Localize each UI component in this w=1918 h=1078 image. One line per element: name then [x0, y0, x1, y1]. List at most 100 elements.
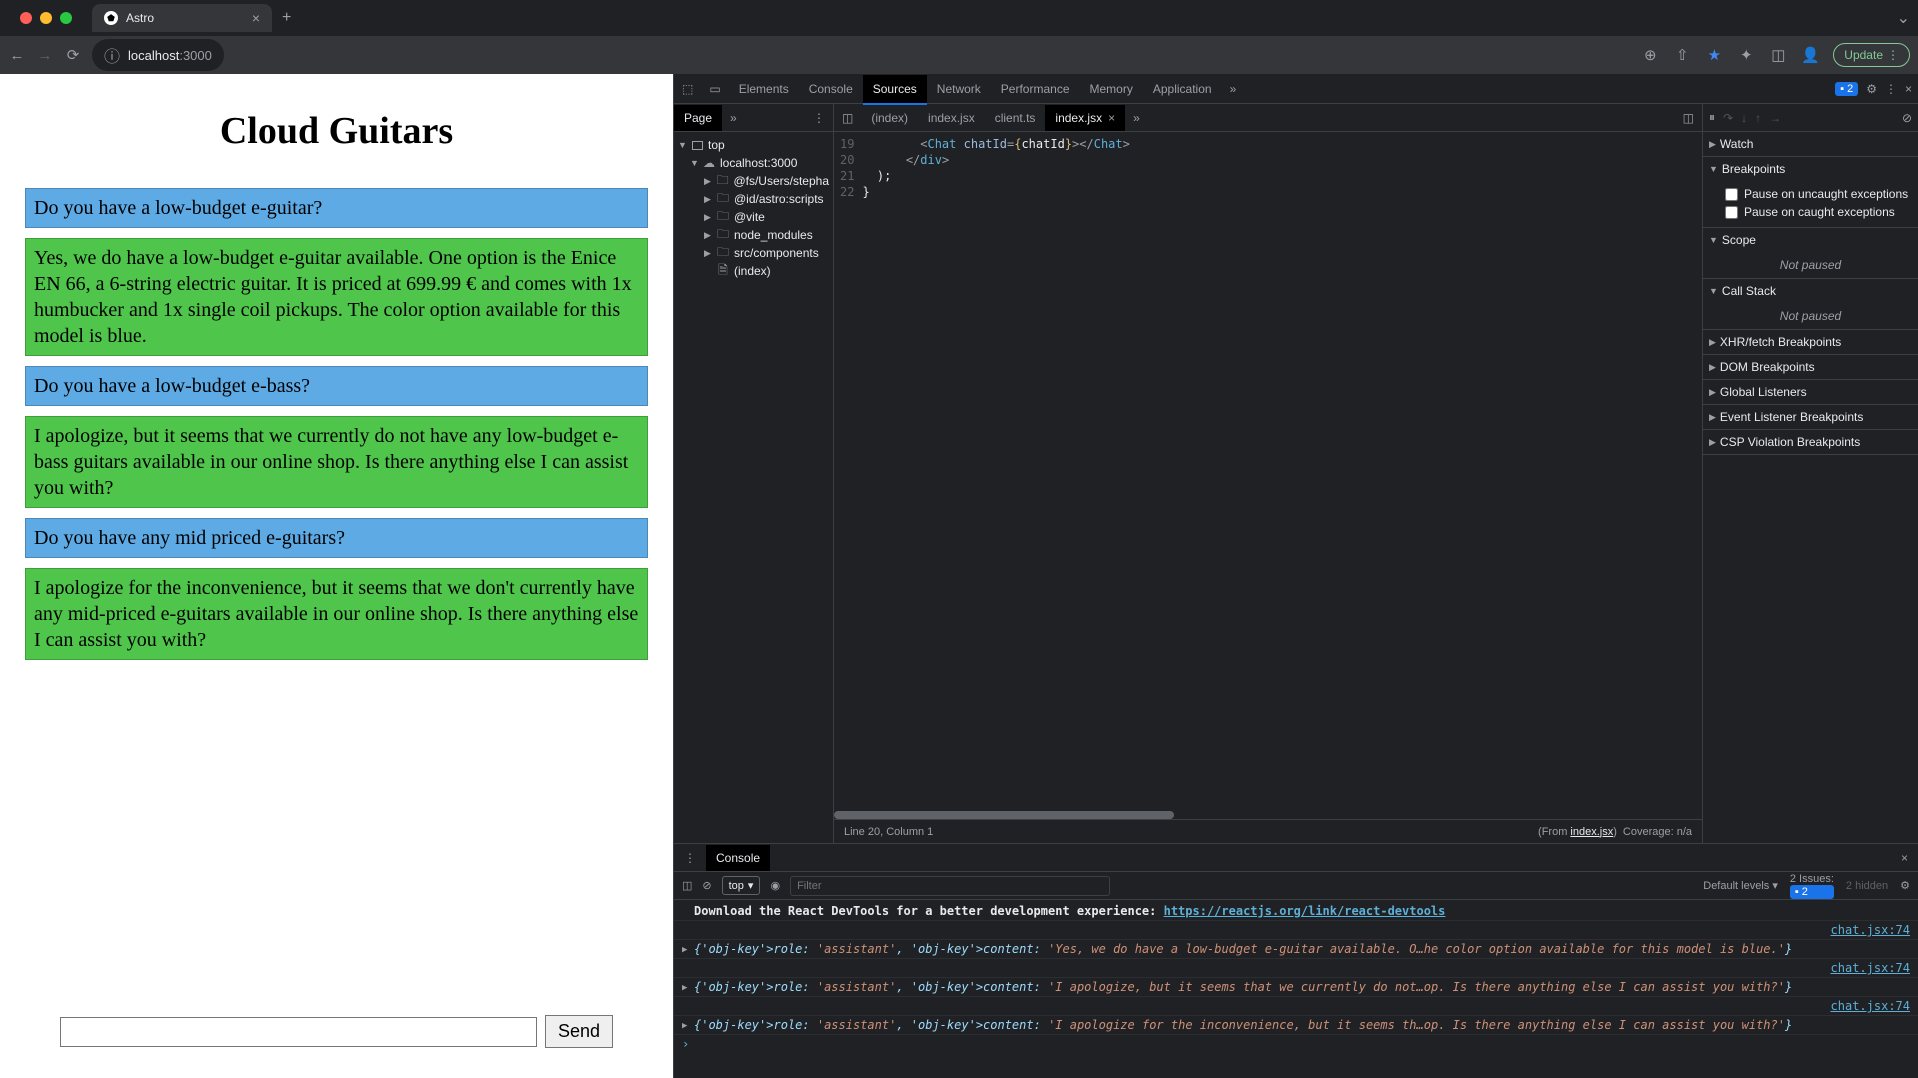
- reload-button[interactable]: ⟳: [64, 46, 82, 64]
- console-settings-icon[interactable]: ⚙: [1900, 879, 1910, 892]
- devtools-tab-sources[interactable]: Sources: [863, 75, 927, 105]
- toggle-debugger-icon[interactable]: ◫: [1675, 111, 1702, 125]
- maximize-window-button[interactable]: [60, 12, 72, 24]
- devtools-tab-performance[interactable]: Performance: [991, 75, 1080, 103]
- tree-origin[interactable]: ▼☁localhost:3000: [674, 154, 833, 172]
- console-filter-input[interactable]: [790, 876, 1110, 896]
- step-into-button[interactable]: ↓: [1741, 111, 1747, 125]
- zoom-icon[interactable]: ⊕: [1641, 46, 1659, 64]
- tree-folder[interactable]: ▶🗀@fs/Users/stepha: [674, 172, 833, 190]
- issues-link[interactable]: 2 Issues: ▪ 2: [1790, 873, 1834, 899]
- close-tab-button[interactable]: ×: [252, 10, 260, 26]
- devtools-tab-elements[interactable]: Elements: [729, 75, 799, 103]
- sources-navigator: Page » ⋮ ▼top ▼☁localhost:3000 ▶🗀@fs/Use…: [674, 104, 834, 843]
- inspect-element-icon[interactable]: ⬚: [674, 82, 701, 96]
- devtools-tab-console[interactable]: Console: [799, 75, 863, 103]
- console-context-selector[interactable]: top▾: [722, 876, 761, 895]
- site-info-icon[interactable]: ⓘ: [104, 43, 120, 67]
- pause-button[interactable]: ⏸: [1709, 110, 1715, 125]
- callstack-section[interactable]: ▼Call Stack: [1703, 279, 1918, 303]
- console-log-row[interactable]: ▶{'obj-key'>role: 'assistant', 'obj-key'…: [674, 940, 1918, 959]
- sources-editor: ◫ (index)index.jsxclient.tsindex.jsx× » …: [834, 104, 1703, 843]
- react-devtools-link[interactable]: https://reactjs.org/link/react-devtools: [1164, 904, 1446, 918]
- more-menu-icon[interactable]: ⋮: [1885, 82, 1897, 96]
- close-file-tab-icon[interactable]: ×: [1108, 111, 1115, 125]
- sidepanel-icon[interactable]: ◫: [1769, 46, 1787, 64]
- deactivate-breakpoints-button[interactable]: ⊘: [1902, 111, 1912, 125]
- tree-folder[interactable]: ▶🗀@id/astro:scripts: [674, 190, 833, 208]
- browser-tab[interactable]: ⬟ Astro ×: [92, 4, 272, 32]
- navigator-menu-icon[interactable]: ⋮: [805, 111, 833, 125]
- chevron-down-icon[interactable]: ⌄: [1897, 8, 1910, 28]
- log-levels-selector[interactable]: Default levels ▾: [1703, 879, 1778, 892]
- profile-icon[interactable]: 👤: [1801, 46, 1819, 64]
- extensions-icon[interactable]: ✦: [1737, 46, 1755, 64]
- step-over-button[interactable]: ↷: [1723, 111, 1733, 125]
- console-log-row[interactable]: ▶{'obj-key'>role: 'assistant', 'obj-key'…: [674, 978, 1918, 997]
- step-button[interactable]: →: [1769, 111, 1781, 125]
- device-toolbar-icon[interactable]: ▭: [701, 82, 728, 96]
- devtools-tab-application[interactable]: Application: [1143, 75, 1222, 103]
- send-button[interactable]: Send: [545, 1015, 613, 1048]
- chat-input[interactable]: [60, 1017, 537, 1047]
- toggle-navigator-icon[interactable]: ◫: [834, 111, 861, 125]
- tree-folder[interactable]: ▶🗀src/components: [674, 244, 833, 262]
- file-tab[interactable]: index.jsx×: [1045, 105, 1125, 131]
- file-tab[interactable]: client.ts: [985, 105, 1046, 131]
- tree-top[interactable]: ▼top: [674, 136, 833, 154]
- new-tab-button[interactable]: +: [282, 9, 291, 27]
- dom-breakpoints-section[interactable]: ▶DOM Breakpoints: [1703, 355, 1918, 379]
- sources-panel: Page » ⋮ ▼top ▼☁localhost:3000 ▶🗀@fs/Use…: [674, 104, 1918, 843]
- tree-file[interactable]: 🗎(index): [674, 262, 833, 280]
- assistant-message: I apologize, but it seems that we curren…: [25, 416, 648, 508]
- log-source-link[interactable]: chat.jsx:74: [1821, 999, 1910, 1013]
- update-button[interactable]: Update⋮: [1833, 43, 1910, 67]
- close-window-button[interactable]: [20, 12, 32, 24]
- global-listeners-section[interactable]: ▶Global Listeners: [1703, 380, 1918, 404]
- drawer-menu-icon[interactable]: ⋮: [674, 851, 706, 865]
- more-navigator-tabs-icon[interactable]: »: [722, 111, 745, 125]
- file-tab[interactable]: index.jsx: [918, 105, 985, 131]
- live-expression-icon[interactable]: ◉: [770, 879, 780, 892]
- h-scrollbar[interactable]: [834, 811, 1702, 819]
- event-listener-breakpoints-section[interactable]: ▶Event Listener Breakpoints: [1703, 405, 1918, 429]
- close-devtools-icon[interactable]: ×: [1905, 82, 1912, 96]
- pause-caught-checkbox[interactable]: Pause on caught exceptions: [1725, 203, 1910, 221]
- log-source-link[interactable]: chat.jsx:74: [1821, 923, 1910, 937]
- url-bar[interactable]: ⓘ localhost:3000: [92, 39, 224, 71]
- code-area[interactable]: 19202122 <Chat chatId={chatId}></Chat> <…: [834, 132, 1702, 811]
- minimize-window-button[interactable]: [40, 12, 52, 24]
- close-drawer-icon[interactable]: ×: [1891, 851, 1918, 865]
- settings-gear-icon[interactable]: ⚙: [1866, 82, 1877, 96]
- file-tab[interactable]: (index): [861, 105, 918, 131]
- more-tabs-icon[interactable]: »: [1222, 82, 1245, 96]
- console-prompt[interactable]: ›: [674, 1035, 1918, 1053]
- console-log-row[interactable]: ▶{'obj-key'>role: 'assistant', 'obj-key'…: [674, 1016, 1918, 1035]
- bookmark-star-icon[interactable]: ★: [1705, 46, 1723, 64]
- step-out-button[interactable]: ↑: [1755, 111, 1761, 125]
- devtools-tab-memory[interactable]: Memory: [1080, 75, 1143, 103]
- more-file-tabs-icon[interactable]: »: [1125, 111, 1148, 125]
- nav-bar: ← → ⟳ ⓘ localhost:3000 ⊕ ⇧ ★ ✦ ◫ 👤 Updat…: [0, 36, 1918, 74]
- file-tree: ▼top ▼☁localhost:3000 ▶🗀@fs/Users/stepha…: [674, 132, 833, 843]
- csp-breakpoints-section[interactable]: ▶CSP Violation Breakpoints: [1703, 430, 1918, 454]
- tree-folder[interactable]: ▶🗀@vite: [674, 208, 833, 226]
- page-viewport: Cloud Guitars Do you have a low-budget e…: [0, 74, 673, 1078]
- issues-badge[interactable]: ▪ 2: [1835, 82, 1858, 96]
- console-sidebar-toggle-icon[interactable]: ◫: [682, 879, 692, 892]
- back-button[interactable]: ←: [8, 47, 26, 64]
- watch-section[interactable]: ▶Watch: [1703, 132, 1918, 156]
- console-tab[interactable]: Console: [706, 845, 770, 871]
- share-icon[interactable]: ⇧: [1673, 46, 1691, 64]
- pause-uncaught-checkbox[interactable]: Pause on uncaught exceptions: [1725, 185, 1910, 203]
- console-output: Download the React DevTools for a better…: [674, 900, 1918, 1078]
- forward-button[interactable]: →: [36, 47, 54, 64]
- navigator-tab-page[interactable]: Page: [674, 105, 722, 131]
- log-source-link[interactable]: chat.jsx:74: [1821, 961, 1910, 975]
- devtools-tab-network[interactable]: Network: [927, 75, 991, 103]
- clear-console-icon[interactable]: ⊘: [702, 879, 711, 892]
- tree-folder[interactable]: ▶🗀node_modules: [674, 226, 833, 244]
- scope-section[interactable]: ▼Scope: [1703, 228, 1918, 252]
- breakpoints-section[interactable]: ▼Breakpoints: [1703, 157, 1918, 181]
- xhr-breakpoints-section[interactable]: ▶XHR/fetch Breakpoints: [1703, 330, 1918, 354]
